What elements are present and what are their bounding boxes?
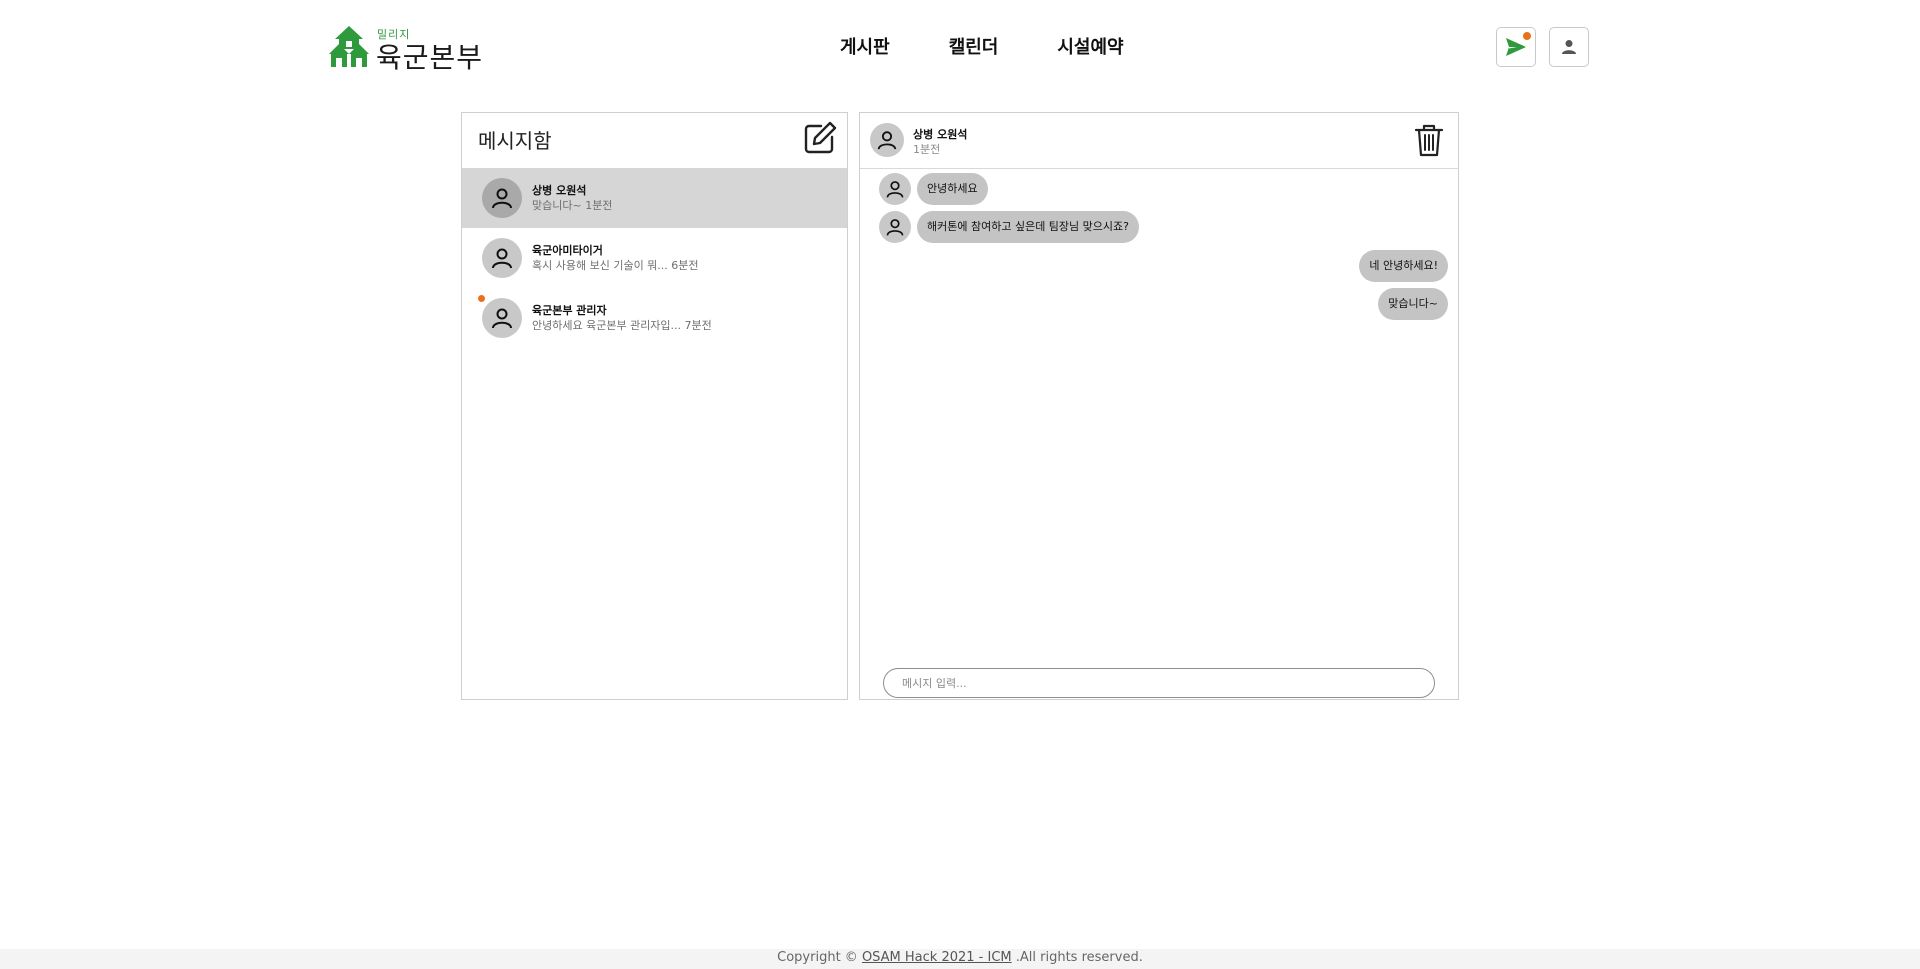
message-incoming: 해커톤에 참여하고 싶은데 팀장님 맞으시죠? bbox=[879, 211, 1139, 243]
user-icon bbox=[492, 308, 512, 329]
avatar bbox=[482, 238, 522, 278]
top-header: 밀리지 육군본부 게시판 캘린더 시설예약 bbox=[0, 0, 1920, 96]
message-outgoing: 맞습니다~ bbox=[1378, 288, 1448, 320]
profile-button[interactable] bbox=[1549, 27, 1589, 67]
conversation-preview: 맞습니다~ 1분전 bbox=[532, 199, 613, 212]
user-icon bbox=[492, 188, 512, 209]
logo-title: 육군본부 bbox=[376, 41, 484, 74]
user-icon bbox=[886, 181, 904, 198]
footer-link[interactable]: OSAM Hack 2021 - ICM bbox=[862, 950, 1012, 965]
nav-board[interactable]: 게시판 bbox=[840, 33, 890, 59]
nav-calendar[interactable]: 캘린더 bbox=[949, 33, 999, 59]
footer-copyright-suffix: .All rights reserved. bbox=[1011, 950, 1143, 965]
send-icon bbox=[1506, 38, 1526, 56]
user-icon bbox=[877, 131, 897, 150]
home-logo[interactable]: 밀리지 육군본부 bbox=[329, 26, 482, 74]
footer: Copyright © OSAM Hack 2021 - ICM .All ri… bbox=[0, 949, 1920, 969]
conversation-name: 육군본부 관리자 bbox=[532, 304, 607, 317]
conversation-name: 육군아미타이거 bbox=[532, 244, 603, 257]
unread-dot bbox=[478, 295, 485, 302]
avatar bbox=[879, 211, 911, 243]
nav-facility-reservation[interactable]: 시설예약 bbox=[1057, 33, 1123, 59]
message-input-wrapper bbox=[883, 668, 1435, 698]
conversation-item[interactable]: 육군본부 관리자 안녕하세요 육군본부 관리자입... 7분전 bbox=[462, 288, 847, 348]
avatar bbox=[870, 123, 904, 157]
conversation-preview: 혹시 사용해 보신 기술이 뭐... 6분전 bbox=[532, 259, 699, 272]
notification-dot bbox=[1523, 32, 1531, 40]
message-outgoing: 네 안녕하세요! bbox=[1359, 250, 1448, 282]
chat-panel: 상병 오원석 1분전 안녕하세요 해커톤에 참여하고 싶은데 팀장님 맞으시죠?… bbox=[859, 112, 1459, 700]
message-inbox: 메시지함 상병 오원석 맞습니다~ 1분전 육군아미타이거 혹시 사용해 보신 … bbox=[461, 112, 848, 700]
avatar bbox=[879, 173, 911, 205]
conversation-item[interactable]: 상병 오원석 맞습니다~ 1분전 bbox=[462, 168, 847, 228]
message-bubble: 맞습니다~ bbox=[1378, 288, 1448, 320]
conversation-item[interactable]: 육군아미타이거 혹시 사용해 보신 기술이 뭐... 6분전 bbox=[462, 228, 847, 288]
user-icon bbox=[492, 248, 512, 269]
message-bubble: 안녕하세요 bbox=[917, 173, 988, 205]
chat-partner-time: 1분전 bbox=[913, 143, 941, 156]
avatar bbox=[482, 298, 522, 338]
conversation-preview: 안녕하세요 육군본부 관리자입... 7분전 bbox=[532, 319, 712, 332]
footer-copyright-prefix: Copyright © bbox=[777, 950, 862, 965]
conversation-name: 상병 오원석 bbox=[532, 184, 587, 197]
house-logo-icon bbox=[329, 26, 369, 67]
trash-icon[interactable] bbox=[1414, 123, 1444, 157]
message-bubble: 해커톤에 참여하고 싶은데 팀장님 맞으시죠? bbox=[917, 211, 1139, 243]
message-incoming: 안녕하세요 bbox=[879, 173, 988, 205]
edit-icon[interactable] bbox=[803, 121, 837, 155]
message-bubble: 네 안녕하세요! bbox=[1359, 250, 1448, 282]
main-nav: 게시판 캘린더 시설예약 bbox=[840, 33, 1183, 59]
person-icon bbox=[1562, 40, 1576, 54]
conversation-list: 상병 오원석 맞습니다~ 1분전 육군아미타이거 혹시 사용해 보신 기술이 뭐… bbox=[462, 168, 847, 348]
user-icon bbox=[886, 219, 904, 236]
message-input[interactable] bbox=[902, 669, 1422, 697]
inbox-title: 메시지함 bbox=[478, 129, 552, 153]
chat-partner-name: 상병 오원석 bbox=[913, 128, 968, 141]
chat-header: 상병 오원석 1분전 bbox=[860, 113, 1458, 169]
messages-button[interactable] bbox=[1496, 27, 1536, 67]
avatar bbox=[482, 178, 522, 218]
